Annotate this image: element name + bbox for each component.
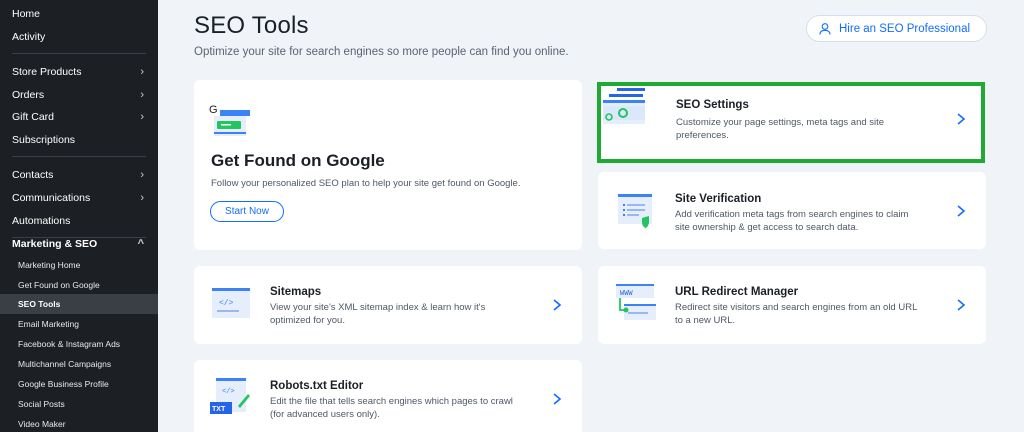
url-redirect-manager-card[interactable]: WWW URL Redirect Manager Redirect site v… (598, 266, 986, 344)
txt-text: TXT (212, 406, 226, 413)
sidebar-subitem-get-found-on-google[interactable]: Get Found on Google (0, 275, 158, 295)
chevron-up-icon: ^ (137, 238, 144, 250)
url-redirect-manager-title: URL Redirect Manager (675, 286, 799, 298)
sidebar-item-communications[interactable]: Communications › (0, 187, 158, 209)
chevron-right-icon (552, 392, 562, 406)
sidebar-item-label: Marketing & SEO (12, 238, 98, 250)
chevron-right-icon: › (140, 192, 144, 204)
sidebar-subitem-google-business-profile[interactable]: Google Business Profile (0, 374, 158, 394)
sidebar-subitem-video-maker[interactable]: Video Maker (0, 414, 158, 432)
sidebar: Home Activity Store Products › Orders › Gi… (0, 0, 158, 432)
seo-settings-icon (601, 86, 649, 128)
sidebar-subitem-label: SEO Tools (18, 299, 61, 309)
sidebar-item-activity[interactable]: Activity (0, 26, 158, 48)
user-icon (818, 22, 832, 36)
seo-settings-title: SEO Settings (676, 99, 749, 111)
sidebar-item-gift-card[interactable]: Gift Card › (0, 106, 158, 128)
sitemaps-title: Sitemaps (270, 286, 322, 298)
sidebar-item-label: Communications (12, 192, 91, 204)
www-text: WWW (620, 290, 633, 298)
site-verification-title: Site Verification (675, 193, 762, 205)
sidebar-divider (12, 156, 146, 157)
sidebar-item-label: Activity (12, 31, 46, 43)
chevron-right-icon: › (140, 89, 144, 101)
robots-txt-editor-title: Robots.txt Editor (270, 380, 364, 392)
chevron-right-icon (552, 298, 562, 312)
page-subtitle: Optimize your site for search engines so… (194, 46, 569, 58)
sidebar-subitem-label: Facebook & Instagram Ads (18, 339, 121, 349)
chevron-right-icon: › (140, 66, 144, 78)
robots-txt-icon: </> TXT (208, 376, 256, 420)
sidebar-subitem-label: Video Maker (18, 419, 66, 429)
sidebar-item-label: Subscriptions (12, 134, 76, 146)
sidebar-item-home[interactable]: Home (0, 3, 158, 25)
sidebar-subitem-social-posts[interactable]: Social Posts (0, 394, 158, 414)
site-verification-description: Add verification meta tags from search e… (675, 209, 909, 233)
sitemaps-description: View your site's XML sitemap index & lea… (270, 302, 486, 326)
code-text: </> (222, 388, 235, 396)
sidebar-subitem-label: Social Posts (18, 399, 65, 409)
sidebar-item-label: Automations (12, 215, 71, 227)
get-found-on-google-card: G Get Found on Google Follow your person… (194, 80, 582, 250)
chevron-right-icon (956, 112, 966, 131)
sidebar-item-label: Gift Card (12, 111, 55, 123)
sitemaps-card[interactable]: </> Sitemaps View your site's XML sitema… (194, 266, 582, 344)
sidebar-divider (12, 53, 146, 54)
hire-button-label: Hire an SEO Professional (839, 22, 971, 35)
url-redirect-icon: WWW (614, 280, 658, 324)
seo-settings-card[interactable]: SEO Settings Customize your page setting… (597, 82, 985, 163)
sidebar-item-label: Contacts (12, 169, 54, 181)
sidebar-subitem-multichannel-campaigns[interactable]: Multichannel Campaigns (0, 354, 158, 374)
sidebar-subitem-facebook-instagram-ads[interactable]: Facebook & Instagram Ads (0, 334, 158, 354)
sidebar-subitem-label: Multichannel Campaigns (18, 359, 112, 369)
google-card-description: Follow your personalized SEO plan to hel… (211, 178, 521, 189)
seo-settings-description: Customize your page settings, meta tags … (676, 117, 885, 141)
sidebar-subitem-seo-tools[interactable]: SEO Tools (0, 294, 158, 314)
google-g-letter: G (209, 104, 218, 116)
sidebar-item-automations[interactable]: Automations (0, 210, 158, 232)
robots-txt-editor-description: Edit the file that tells search engines … (270, 396, 513, 420)
start-now-button[interactable]: Start Now (210, 201, 284, 222)
sidebar-subitem-marketing-home[interactable]: Marketing Home (0, 255, 158, 275)
chevron-right-icon (956, 298, 966, 312)
sidebar-subitem-label: Get Found on Google (18, 280, 100, 290)
sitemaps-icon: </> (210, 286, 254, 322)
sidebar-item-label: Home (12, 8, 41, 20)
sidebar-subitem-label: Marketing Home (18, 260, 81, 270)
robots-txt-editor-card[interactable]: </> TXT Robots.txt Editor Edit the file … (194, 360, 582, 432)
google-card-title: Get Found on Google (211, 151, 385, 170)
sidebar-item-store-products[interactable]: Store Products › (0, 61, 158, 83)
sidebar-subitem-email-marketing[interactable]: Email Marketing (0, 314, 158, 334)
hire-seo-professional-button[interactable]: Hire an SEO Professional (806, 15, 987, 42)
page-title: SEO Tools (194, 12, 309, 39)
sidebar-subitem-label: Google Business Profile (18, 379, 109, 389)
sidebar-item-orders[interactable]: Orders › (0, 84, 158, 106)
code-text: </> (219, 299, 234, 308)
sidebar-subitem-label: Email Marketing (18, 319, 79, 329)
chevron-right-icon: › (140, 169, 144, 181)
sidebar-item-subscriptions[interactable]: Subscriptions (0, 129, 158, 151)
site-verification-icon (616, 192, 656, 230)
chevron-right-icon: › (140, 111, 144, 123)
chevron-right-icon (956, 204, 966, 218)
sidebar-item-marketing-seo[interactable]: Marketing & SEO ^ (0, 233, 158, 255)
sidebar-item-label: Orders (12, 89, 45, 101)
sidebar-item-label: Store Products (12, 66, 82, 78)
url-redirect-manager-description: Redirect site visitors and search engine… (675, 302, 918, 326)
google-plan-icon: G (208, 102, 252, 140)
site-verification-card[interactable]: Site Verification Add verification meta … (598, 172, 986, 249)
sidebar-item-contacts[interactable]: Contacts › (0, 164, 158, 186)
